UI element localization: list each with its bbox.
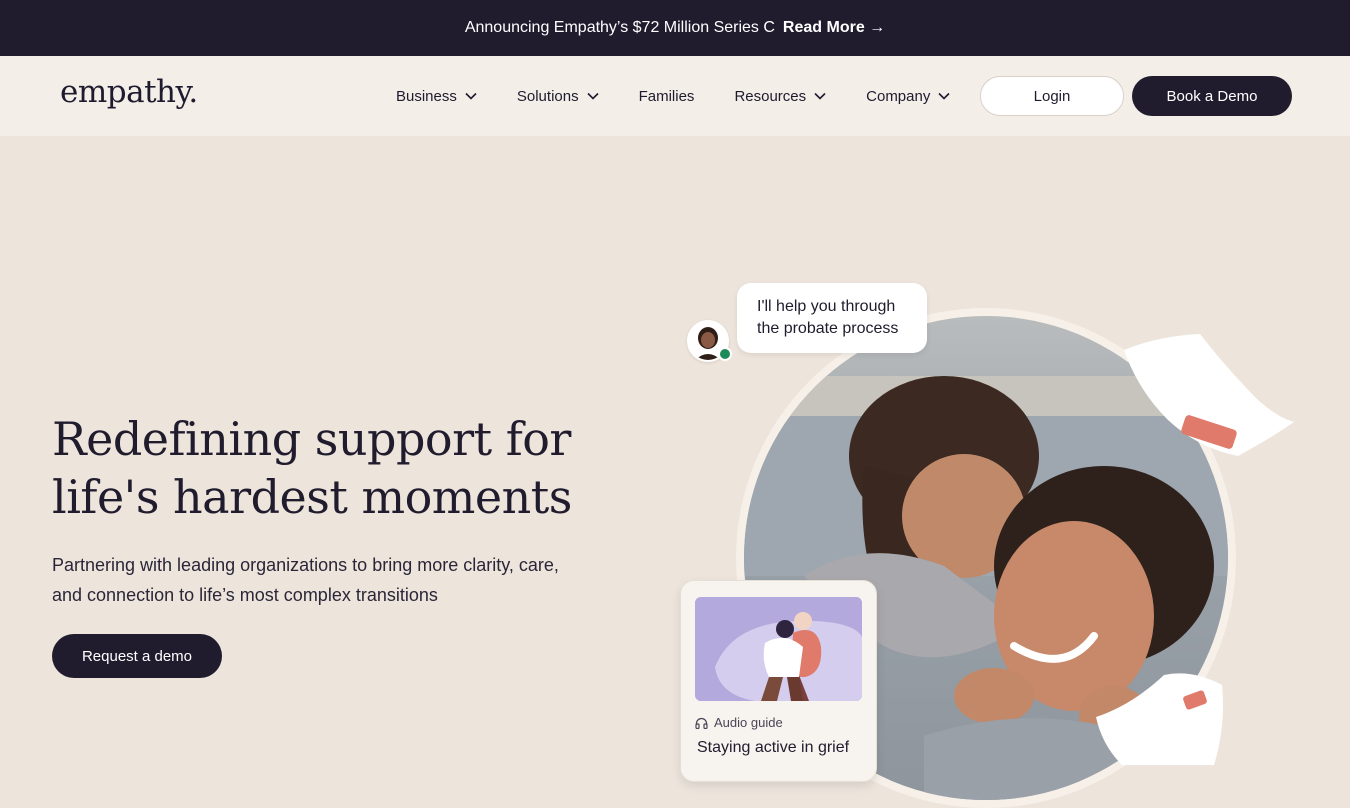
chevron-down-icon (814, 92, 826, 100)
hero-subtitle: Partnering with leading organizations to… (52, 550, 612, 610)
chat-bubble-line: the probate process (757, 320, 899, 337)
nav-item-label: Business (396, 87, 457, 105)
empathy-logo[interactable]: empathy. (60, 74, 198, 110)
document-paper-icon (1124, 334, 1294, 456)
nav-item-resources[interactable]: Resources (734, 88, 826, 105)
hero-subtitle-line: Partnering with leading organizations to… (52, 555, 559, 575)
nav-item-label: Resources (734, 87, 807, 105)
announcement-text: Announcing Empathy’s $72 Million Series … (464, 19, 775, 36)
hero-title: Redefining support for life's hardest mo… (52, 410, 572, 526)
read-more-link[interactable]: Read More → (783, 19, 885, 37)
card-type-label: Audio guide (714, 715, 783, 730)
announcement-bar: Announcing Empathy’s $72 Million Series … (0, 0, 1350, 56)
chat-bubble: I'll help you through the probate proces… (737, 283, 927, 353)
nav-item-families[interactable]: Families (639, 88, 695, 105)
hero-subtitle-line: and connection to life’s most complex tr… (52, 585, 438, 605)
headphones-icon (695, 717, 708, 729)
chevron-down-icon (587, 92, 599, 100)
hero-title-line: Redefining support for (52, 412, 571, 466)
login-button[interactable]: Login (980, 76, 1124, 116)
nav-item-business[interactable]: Business (396, 88, 477, 105)
audio-guide-card[interactable]: Audio guide Staying active in grief (680, 580, 877, 782)
nav-item-label: Solutions (516, 87, 579, 105)
book-demo-button[interactable]: Book a Demo (1132, 76, 1292, 116)
nav-item-label: Company (866, 87, 931, 105)
nav-item-company[interactable]: Company (866, 88, 950, 105)
chat-bubble-line: I'll help you through (757, 298, 896, 315)
chevron-down-icon (938, 92, 950, 100)
nav-item-solutions[interactable]: Solutions (517, 88, 599, 105)
nav-item-label: Families (638, 87, 695, 105)
nav-menu: Business Solutions Families Resources Co… (396, 56, 990, 136)
hero-title-line: life's hardest moments (52, 470, 572, 524)
chevron-down-icon (465, 92, 477, 100)
document-paper-icon (1096, 673, 1223, 765)
top-nav: empathy. Business Solutions Families Res… (0, 56, 1350, 136)
online-status-dot (718, 347, 732, 361)
hugging-couple-illustration (695, 597, 862, 701)
card-illustration (695, 597, 862, 701)
request-demo-button[interactable]: Request a demo (52, 634, 222, 678)
card-title: Staying active in grief (697, 739, 850, 756)
card-type: Audio guide (695, 715, 783, 730)
